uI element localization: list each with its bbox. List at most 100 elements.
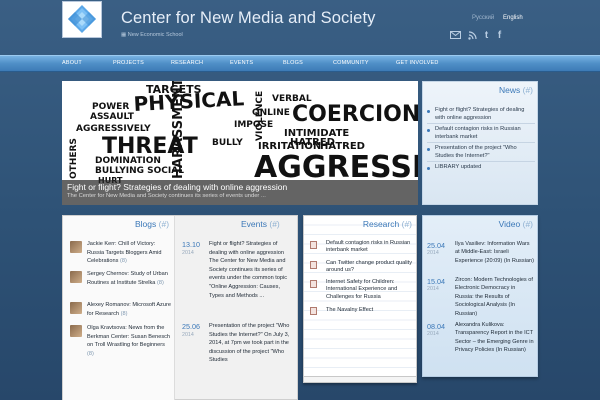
- blog-count: (8): [87, 350, 94, 357]
- blogs-heading[interactable]: Blogs (#): [135, 219, 169, 229]
- svg-text:COERCION: COERCION: [292, 102, 418, 127]
- nav-events[interactable]: EVENTS: [230, 60, 253, 66]
- research-item[interactable]: The Navalny Effect: [326, 307, 414, 314]
- events-count: (#): [269, 219, 280, 229]
- video-date: 15.04: [427, 277, 445, 286]
- featured-slider[interactable]: TARGETS PHYSICAL POWER ASSAULT AGGRESSIV…: [62, 81, 418, 205]
- lang-english-link[interactable]: English: [503, 15, 523, 21]
- video-item[interactable]: Zircon: Modern Technologies of Electroni…: [455, 276, 535, 318]
- avatar[interactable]: [70, 302, 82, 314]
- news-count: (#): [522, 85, 533, 95]
- news-panel: News (#) Fight or flight? Strategies of …: [422, 81, 538, 205]
- document-icon: [310, 280, 317, 288]
- subtitle-text: New Economic School: [127, 32, 183, 38]
- site-header: Center for New Media and Society ▦ New E…: [0, 0, 600, 55]
- blog-title: Alexey Romanov: Microsoft Azure for Rese…: [87, 302, 171, 317]
- news-heading[interactable]: News (#): [499, 85, 533, 95]
- site-subtitle[interactable]: ▦ New Economic School: [121, 32, 183, 38]
- event-item[interactable]: Presentation of the project "Who Studies…: [209, 322, 295, 365]
- blog-title: Olga Kravtsova: News from the Berkman Ce…: [87, 325, 171, 348]
- main-nav: ABOUT PROJECTS RESEARCH EVENTS BLOGS COM…: [0, 55, 600, 72]
- news-item[interactable]: Presentation of the project "Who Studies…: [435, 144, 535, 160]
- event-item[interactable]: Fight or flight? Strategies of dealing w…: [209, 240, 295, 300]
- blog-item[interactable]: Olga Kravtsova: News from the Berkman Ce…: [87, 324, 173, 358]
- logo-diamond-icon: [68, 5, 96, 33]
- bullet-icon: [427, 129, 430, 132]
- nav-projects[interactable]: PROJECTS: [113, 60, 144, 66]
- research-item[interactable]: Default contagion risks in Russian inter…: [326, 240, 414, 255]
- avatar[interactable]: [70, 271, 82, 283]
- research-item[interactable]: Can Twitter change product quality aroun…: [326, 260, 414, 275]
- blog-count: (8): [120, 310, 128, 317]
- svg-text:POWER: POWER: [92, 102, 129, 112]
- svg-text:HARASSMENT: HARASSMENT: [171, 81, 186, 179]
- event-year: 2014: [182, 332, 194, 338]
- blogs-count: (#): [158, 219, 170, 229]
- video-year: 2014: [427, 286, 439, 292]
- video-date: 25.04: [427, 241, 445, 250]
- svg-text:ASSAULT: ASSAULT: [90, 112, 135, 122]
- news-item[interactable]: LIBRARY updated: [435, 163, 535, 171]
- video-item[interactable]: Alexandra Kulikova: Transparency Report …: [455, 321, 535, 355]
- document-icon: [310, 241, 317, 249]
- blog-item[interactable]: Jackie Kerr: Chill of Victory: Russia Ta…: [87, 240, 173, 266]
- facebook-icon[interactable]: f: [494, 30, 505, 41]
- lang-russian-link[interactable]: Русский: [472, 15, 494, 21]
- blog-item[interactable]: Alexey Romanov: Microsoft Azure for Rese…: [87, 301, 173, 318]
- events-heading[interactable]: Events (#): [241, 219, 280, 229]
- twitter-icon[interactable]: t: [481, 30, 492, 41]
- svg-text:VIOLENCE: VIOLENCE: [255, 91, 265, 141]
- research-panel: Research (#) Default contagion risks in …: [303, 215, 417, 377]
- video-heading[interactable]: Video (#): [499, 219, 533, 229]
- featured-text: The Center for New Media and Society con…: [67, 193, 266, 199]
- video-panel: Video (#) 25.04 2014 Ilya Vasiliev: Info…: [422, 215, 538, 377]
- site-title[interactable]: Center for New Media and Society: [121, 9, 376, 28]
- event-date: 13.10: [182, 240, 200, 249]
- nav-blogs[interactable]: BLOGS: [283, 60, 303, 66]
- svg-text:OTHERS: OTHERS: [69, 138, 79, 179]
- blogs-heading-text: Blogs: [135, 219, 157, 229]
- svg-text:DOMINATION: DOMINATION: [95, 156, 161, 166]
- featured-caption[interactable]: Fight or flight? Strategies of dealing w…: [62, 180, 418, 205]
- svg-text:IMPOSE: IMPOSE: [234, 120, 273, 130]
- site-logo[interactable]: [62, 1, 102, 38]
- blog-item[interactable]: Sergey Chernov: Study of Urban Routines …: [87, 270, 173, 287]
- divider: [427, 142, 535, 143]
- research-item[interactable]: Internet Safety for Children: Internatio…: [326, 279, 414, 301]
- video-year: 2014: [427, 250, 439, 256]
- research-heading[interactable]: Research (#): [363, 219, 412, 229]
- video-count: (#): [522, 219, 533, 229]
- document-icon: [310, 307, 317, 315]
- blog-title: Sergey Chernov: Study of Urban Routines …: [87, 271, 168, 286]
- divider: [427, 123, 535, 124]
- event-date: 25.06: [182, 322, 200, 331]
- divider: [427, 161, 535, 162]
- research-heading-text: Research: [362, 219, 400, 229]
- mail-icon[interactable]: [450, 30, 461, 40]
- rss-icon[interactable]: [467, 30, 478, 40]
- news-heading-text: News: [498, 85, 521, 95]
- svg-text:BULLY: BULLY: [212, 138, 243, 148]
- video-year: 2014: [427, 331, 439, 337]
- event-year: 2014: [182, 250, 194, 256]
- video-date: 08.04: [427, 322, 445, 331]
- document-icon: [310, 261, 317, 269]
- svg-text:AGGRESSIVELY: AGGRESSIVELY: [76, 124, 151, 134]
- nav-about[interactable]: ABOUT: [62, 60, 82, 66]
- nav-get-involved[interactable]: GET INVOLVED: [396, 60, 439, 66]
- avatar[interactable]: [70, 325, 82, 337]
- bullet-icon: [427, 110, 430, 113]
- news-item[interactable]: Default contagion risks in Russian inter…: [435, 125, 535, 141]
- school-icon: ▦: [121, 32, 128, 38]
- research-count: (#): [401, 219, 412, 229]
- avatar[interactable]: [70, 241, 82, 253]
- bullet-icon: [427, 167, 430, 170]
- news-item[interactable]: Fight or flight? Strategies of dealing w…: [435, 106, 535, 122]
- featured-title[interactable]: Fight or flight? Strategies of dealing w…: [67, 182, 287, 192]
- blog-count: (8): [119, 258, 127, 264]
- notebook-page-edge: [303, 377, 417, 383]
- video-item[interactable]: Ilya Vasiliev: Information Wars at Middl…: [455, 240, 535, 265]
- blogs-events-panel: Blogs (#) Events (#) Jackie Kerr: Chill …: [62, 215, 298, 400]
- nav-community[interactable]: COMMUNITY: [333, 60, 369, 66]
- nav-research[interactable]: RESEARCH: [171, 60, 203, 66]
